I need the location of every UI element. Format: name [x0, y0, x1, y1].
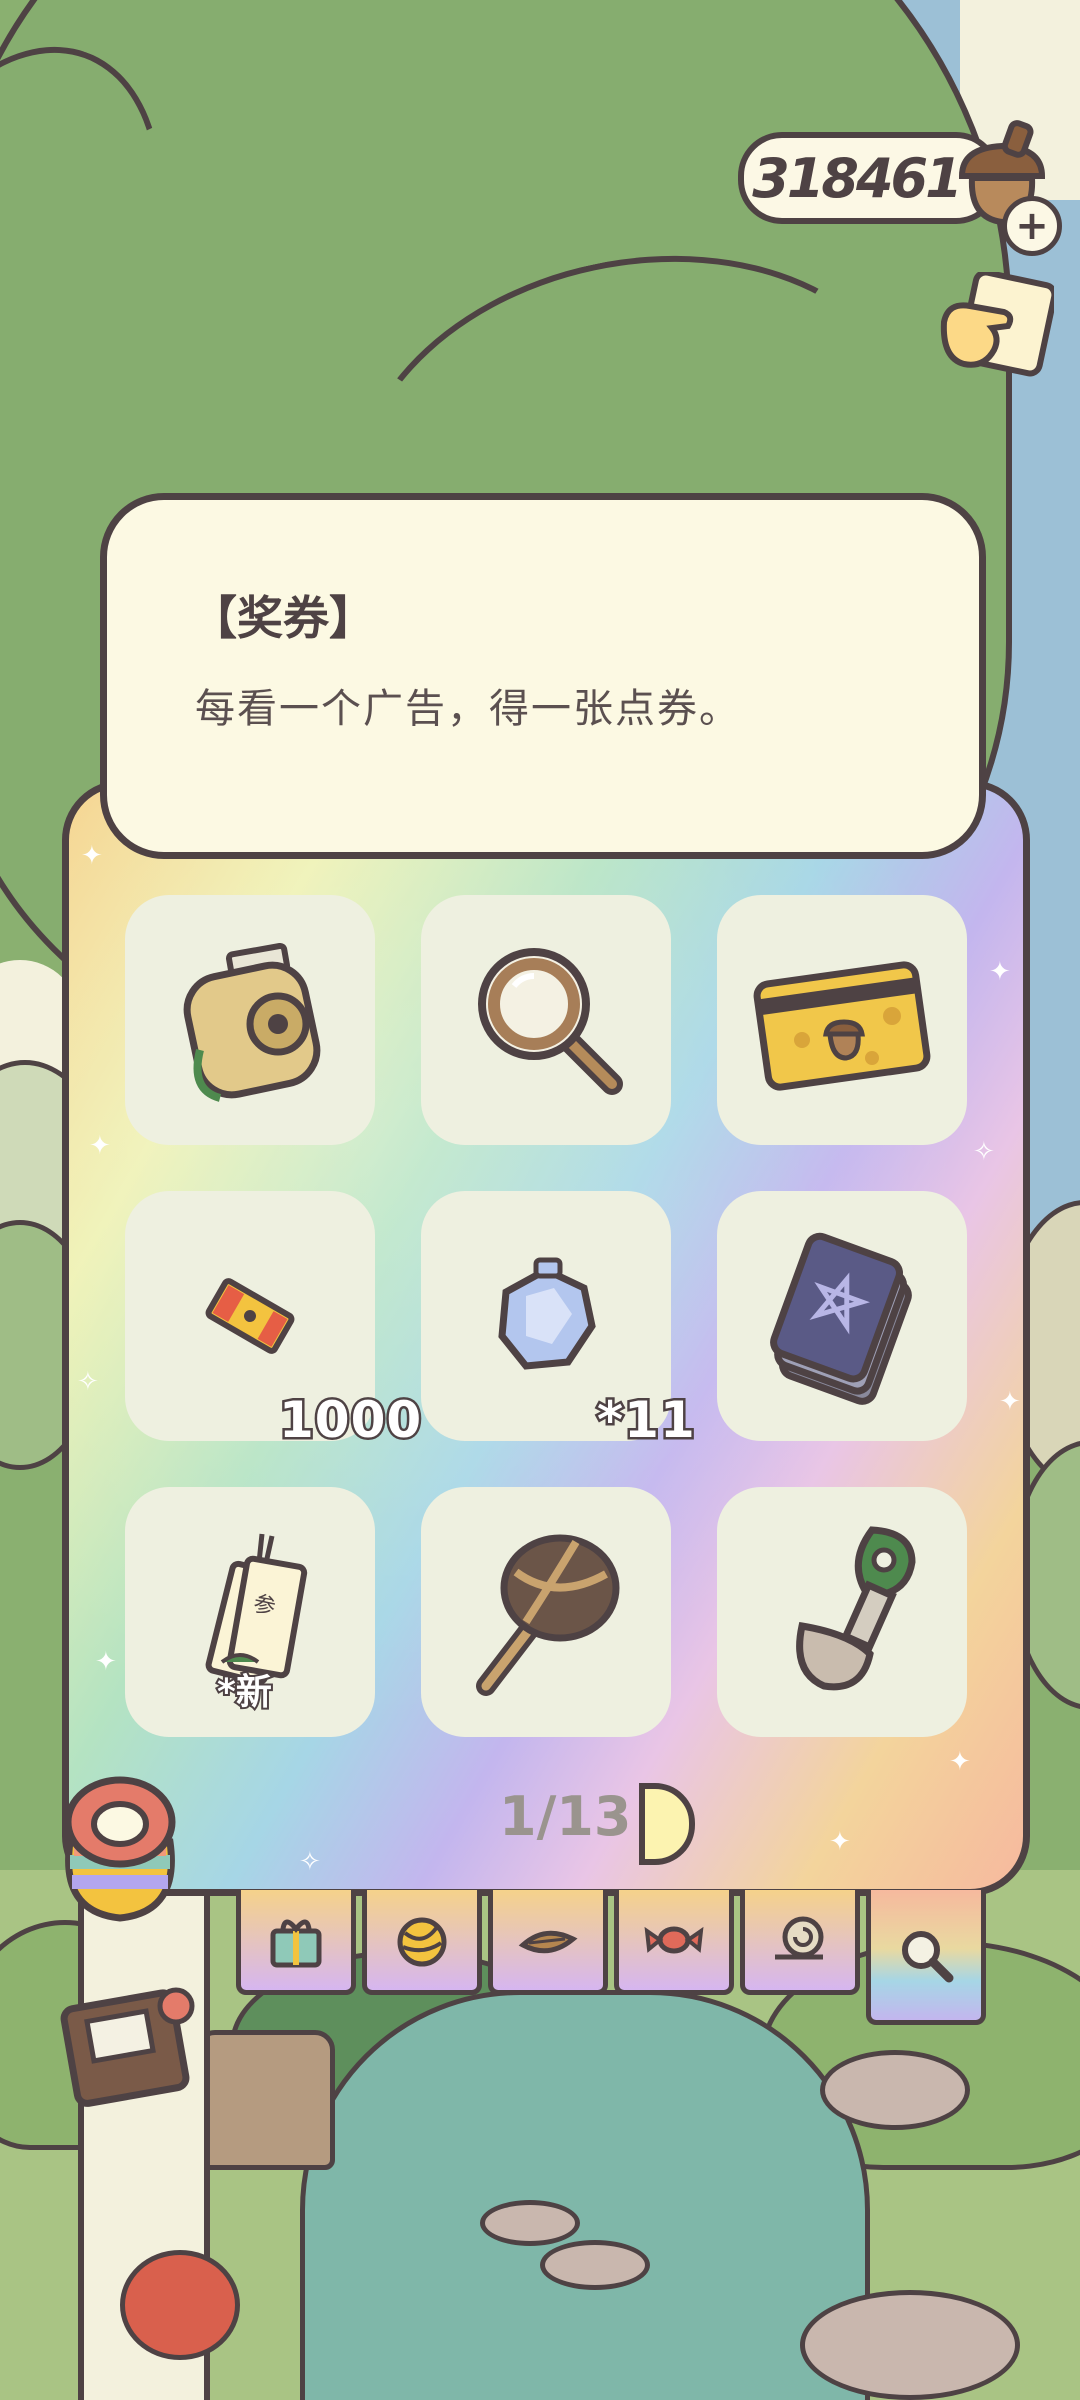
item-slot[interactable]: [421, 895, 671, 1145]
item-slot[interactable]: [717, 895, 967, 1145]
leaf-icon: [518, 1930, 578, 1954]
sparkle: ✦: [949, 1747, 971, 1777]
sparkle: ✦: [89, 1131, 111, 1161]
tab-leaves[interactable]: [488, 1890, 608, 1995]
rattle-icon: [476, 1534, 620, 1696]
sparkle: ✦: [95, 1647, 117, 1677]
next-page-button[interactable]: [639, 1783, 695, 1865]
journal-icon[interactable]: [56, 1970, 206, 2120]
card-icon: [753, 961, 931, 1091]
sparkle: ✦: [999, 1387, 1021, 1417]
sparkle: ✧: [973, 1137, 995, 1167]
item-slot[interactable]: 参 *新: [125, 1487, 375, 1737]
rock: [800, 2290, 1020, 2400]
rock: [820, 2050, 970, 2130]
item-slot[interactable]: [717, 1487, 967, 1737]
sparkle: ✧: [299, 1847, 321, 1877]
tab-gifts[interactable]: [236, 1890, 356, 1995]
tooltip-description: 每看一个广告，得一张点券。: [195, 686, 741, 732]
camera-icon: [183, 942, 321, 1102]
item-slot[interactable]: *11: [421, 1191, 697, 1452]
rock: [540, 2240, 650, 2290]
magnifier-icon: [478, 948, 623, 1095]
snail-icon: [775, 1916, 824, 1960]
stream: [300, 1990, 870, 2400]
item-grid: 1000 *11 参 *新: [125, 895, 975, 1737]
add-acorns-button[interactable]: +: [1002, 196, 1062, 256]
tab-candy[interactable]: [614, 1890, 734, 1995]
plus-icon: +: [1015, 203, 1049, 249]
sparkle: ✧: [77, 1367, 99, 1397]
gem-icon: [498, 1257, 596, 1370]
item-slot[interactable]: 1000: [125, 1191, 424, 1452]
hand-pointer-icon[interactable]: [934, 272, 1054, 382]
item-slot[interactable]: [421, 1487, 671, 1737]
new-tag: *新: [215, 1670, 274, 1715]
sparkle: ✦: [829, 1827, 851, 1857]
shovel-icon: [796, 1526, 916, 1691]
tab-snail[interactable]: [740, 1890, 860, 1995]
item-slot[interactable]: [717, 1191, 967, 1441]
magnifier-tab-icon: [902, 1931, 954, 1983]
rainbow-pot-icon: [64, 1776, 176, 1922]
tab-yarn[interactable]: [362, 1890, 482, 1995]
apple: [120, 2250, 240, 2360]
tooltip-title: 【奖券】: [191, 591, 375, 645]
rock: [480, 2200, 580, 2246]
sparkle: ✦: [81, 841, 103, 871]
inventory-panel: ✦ ✦ ✧ ✦ ✦ ✧ ✦ ✦ ✧ ✦ 1000 *11 参 *新 1/13: [62, 780, 1030, 1896]
tree-stump: [195, 2030, 335, 2170]
ticket-icon: [205, 1278, 295, 1354]
gift-icon: [270, 1919, 322, 1968]
tab-tools[interactable]: [866, 1890, 986, 2025]
sparkle: ✦: [989, 957, 1011, 987]
yarn-icon: [397, 1917, 447, 1967]
item-slot[interactable]: [125, 895, 375, 1145]
page-indicator: 1/13: [499, 1785, 632, 1848]
item-quantity: *11: [595, 1389, 698, 1452]
category-tabs: [236, 1890, 986, 2025]
tarot-cards-icon: [770, 1232, 912, 1405]
acorn-count: 318461: [752, 146, 962, 210]
item-tooltip: 【奖券】 每看一个广告，得一张点券。: [100, 493, 986, 859]
candy-icon: [644, 1926, 704, 1954]
item-quantity: 1000: [276, 1389, 423, 1452]
